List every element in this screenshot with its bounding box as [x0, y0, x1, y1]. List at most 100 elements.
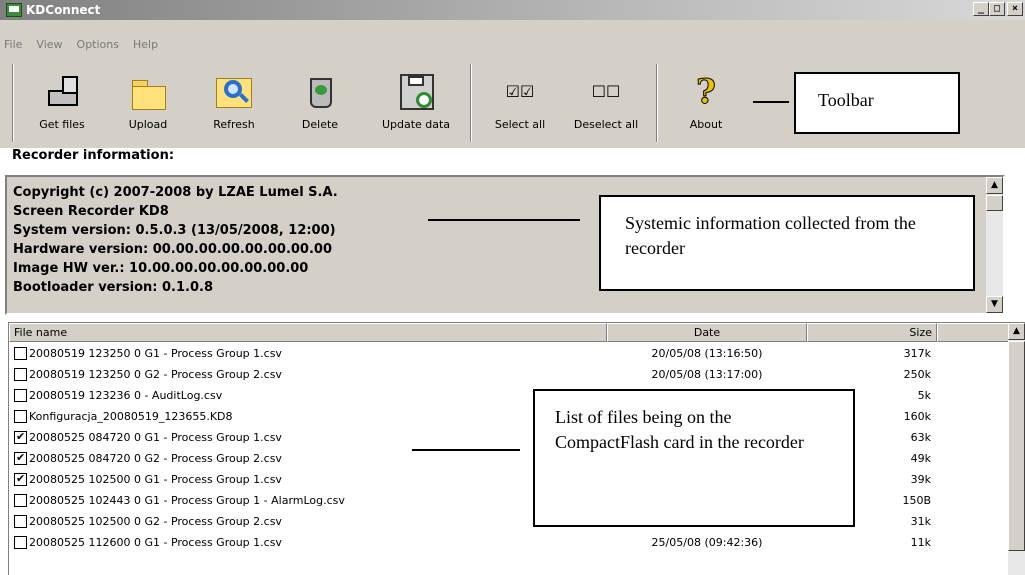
menu-file[interactable]: File	[4, 38, 22, 51]
file-row[interactable]: 20080525 102500 0 G2 - Process Group 2.c…	[9, 511, 1009, 532]
delete-button[interactable]: Delete	[280, 64, 360, 144]
file-row[interactable]: 20080525 112600 0 G1 - Process Group 1.c…	[9, 532, 1009, 553]
checkboxes-checked-icon: ☑☑	[505, 82, 535, 101]
get-files-label: Get files	[39, 118, 85, 131]
scroll-up-icon[interactable]: ▲	[986, 177, 1003, 194]
about-button[interactable]: ? About	[666, 64, 746, 144]
file-checkbox[interactable]	[14, 451, 27, 465]
update-data-label: Update data	[381, 118, 451, 131]
checkboxes-empty-icon: ☐☐	[591, 82, 621, 101]
toolbar-separator	[12, 64, 14, 142]
get-files-button[interactable]: Get files	[22, 64, 102, 144]
toolbar-separator	[656, 64, 658, 142]
info-system-version: System version: 0.5.0.3 (13/05/2008, 12:…	[13, 223, 336, 238]
file-checkbox[interactable]	[14, 472, 27, 486]
file-size: 250k	[903, 368, 931, 381]
file-row[interactable]: 20080519 123250 0 G2 - Process Group 2.c…	[9, 364, 1009, 385]
file-size: 317k	[903, 347, 931, 360]
file-checkbox[interactable]	[14, 430, 27, 444]
toolbar-annotation-line	[753, 101, 789, 103]
file-checkbox[interactable]	[14, 389, 27, 402]
get-files-icon	[42, 72, 82, 112]
app-icon	[6, 3, 22, 17]
info-callout: Systemic information collected from the …	[599, 195, 975, 291]
deselect-all-label: Deselect all	[573, 118, 639, 131]
file-checkbox[interactable]	[14, 368, 27, 381]
file-checkbox[interactable]	[14, 347, 27, 360]
file-checkbox[interactable]	[14, 494, 27, 507]
file-name-cell: 20080519 123250 0 G1 - Process Group 1.c…	[9, 347, 607, 360]
file-row[interactable]: 20080519 123250 0 G1 - Process Group 1.c…	[9, 343, 1009, 364]
maximize-button[interactable]: □	[989, 2, 1005, 16]
window-title: KDConnect	[26, 3, 101, 17]
column-filler	[937, 323, 1009, 342]
info-device: Screen Recorder KD8	[13, 204, 169, 219]
file-name: Konfiguracja_20080519_123655.KD8	[29, 410, 233, 423]
menu-help[interactable]: Help	[133, 38, 158, 51]
toolbar-separator	[470, 64, 472, 142]
recorder-info-heading: Recorder information:	[12, 148, 175, 163]
info-annotation-line	[428, 219, 580, 221]
file-name: 20080525 112600 0 G1 - Process Group 1.c…	[29, 536, 282, 549]
file-name-cell: 20080525 112600 0 G1 - Process Group 1.c…	[9, 536, 607, 549]
file-checkbox[interactable]	[14, 536, 27, 549]
info-hardware-version: Hardware version: 00.00.00.00.00.00.00.0…	[13, 242, 333, 257]
file-name: 20080525 102500 0 G1 - Process Group 1.c…	[29, 473, 282, 486]
column-size[interactable]: Size	[807, 323, 937, 342]
file-checkbox[interactable]	[14, 515, 27, 528]
file-list-header: File name Date Size	[9, 323, 1009, 342]
update-data-icon	[396, 72, 436, 112]
file-date: 25/05/08 (09:42:36)	[651, 536, 763, 549]
file-checkbox[interactable]	[14, 410, 27, 423]
file-row[interactable]: 20080525 084720 0 G1 - Process Group 1.c…	[9, 427, 1009, 448]
folder-icon	[128, 72, 168, 112]
scroll-up-icon[interactable]: ▲	[1008, 323, 1025, 340]
info-scrollbar[interactable]: ▲ ▼	[986, 177, 1003, 313]
close-button[interactable]: ×	[1007, 2, 1023, 16]
scroll-thumb[interactable]	[1008, 341, 1025, 551]
file-date: 20/05/08 (13:16:50)	[651, 347, 763, 360]
file-name-cell: 20080519 123236 0 - AuditLog.csv	[9, 389, 607, 402]
file-list-scrollbar[interactable]: ▲	[1008, 323, 1025, 575]
file-size: 11k	[910, 536, 931, 549]
column-date[interactable]: Date	[607, 323, 807, 342]
deselect-all-button[interactable]: ☐☐ Deselect all	[566, 64, 646, 144]
file-row[interactable]: 20080525 102443 0 G1 - Process Group 1 -…	[9, 490, 1009, 511]
file-row[interactable]: 20080525 084720 0 G2 - Process Group 2.c…	[9, 448, 1009, 469]
files-annotation-line	[412, 449, 520, 451]
file-date: 20/05/08 (13:17:00)	[651, 368, 763, 381]
info-copyright: Copyright (c) 2007-2008 by LZAE Lumel S.…	[13, 185, 338, 200]
file-name: 20080525 084720 0 G1 - Process Group 1.c…	[29, 431, 282, 444]
column-file-name[interactable]: File name	[9, 323, 607, 342]
file-name-cell: Konfiguracja_20080519_123655.KD8	[9, 410, 607, 423]
refresh-button[interactable]: Refresh	[194, 64, 274, 144]
delete-label: Delete	[301, 118, 339, 131]
refresh-icon	[214, 72, 254, 112]
file-name: 20080525 102443 0 G1 - Process Group 1 -…	[29, 494, 345, 507]
file-name-cell: 20080525 102500 0 G1 - Process Group 1.c…	[9, 472, 607, 486]
about-label: About	[689, 118, 723, 131]
select-all-button[interactable]: ☑☑ Select all	[480, 64, 560, 144]
file-row[interactable]: 20080519 123236 0 - AuditLog.csv 5k	[9, 385, 1009, 406]
scroll-down-icon[interactable]: ▼	[986, 296, 1003, 313]
upload-button[interactable]: Upload	[108, 64, 188, 144]
file-name-cell: 20080519 123250 0 G2 - Process Group 2.c…	[9, 368, 607, 381]
file-row[interactable]: 20080525 102500 0 G1 - Process Group 1.c…	[9, 469, 1009, 490]
update-data-button[interactable]: Update data	[376, 64, 456, 144]
refresh-label: Refresh	[213, 118, 255, 131]
scroll-thumb[interactable]	[986, 195, 1003, 211]
file-row[interactable]: Konfiguracja_20080519_123655.KD8 160k	[9, 406, 1009, 427]
upload-label: Upload	[128, 118, 168, 131]
minimize-button[interactable]: _	[973, 2, 989, 16]
files-callout: List of files being on the CompactFlash …	[533, 389, 855, 527]
menu-view[interactable]: View	[36, 38, 62, 51]
file-name-cell: 20080525 102500 0 G2 - Process Group 2.c…	[9, 515, 607, 528]
recycle-bin-icon	[300, 72, 340, 112]
file-name-cell: 20080525 084720 0 G2 - Process Group 2.c…	[9, 451, 607, 465]
info-bootloader-version: Bootloader version: 0.1.0.8	[13, 280, 214, 295]
title-bar: KDConnect _ □ ×	[0, 0, 1025, 20]
menu-bar: File View Options Help	[0, 20, 1025, 56]
menu-options[interactable]: Options	[77, 38, 119, 51]
file-name: 20080519 123250 0 G2 - Process Group 2.c…	[29, 368, 282, 381]
file-name: 20080525 102500 0 G2 - Process Group 2.c…	[29, 515, 282, 528]
